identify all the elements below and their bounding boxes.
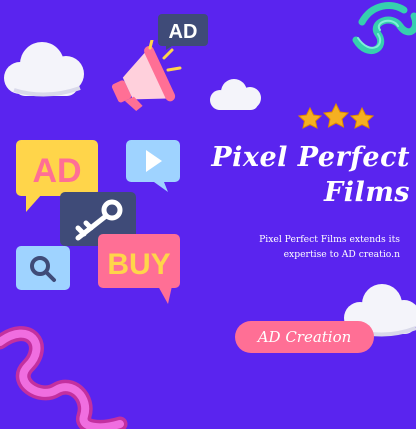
rating-stars xyxy=(297,102,375,129)
ad-creation-button[interactable]: AD Creation xyxy=(235,321,374,353)
play-bubble xyxy=(126,140,180,192)
spiral-decoration xyxy=(352,2,416,55)
cloud-icon xyxy=(210,79,261,110)
cloud-icon xyxy=(4,42,84,97)
ad-poster: AD AD BUY Pixel Perfect Films Pixel Perf… xyxy=(0,0,416,429)
star-icon xyxy=(322,102,350,128)
description-text: Pixel Perfect Films extends its expertis… xyxy=(259,234,400,260)
buy-bubble: BUY xyxy=(98,234,180,304)
star-icon xyxy=(297,106,323,129)
search-bubble xyxy=(16,246,70,290)
buy-bubble-label: BUY xyxy=(107,248,170,281)
title-line-2: Films xyxy=(324,177,410,208)
megaphone-icon xyxy=(111,40,182,112)
star-icon xyxy=(349,106,375,129)
page-title: Pixel Perfect Films xyxy=(196,140,410,210)
ad-bubble-label: AD xyxy=(32,152,81,190)
title-line-1: Pixel Perfect xyxy=(211,142,410,173)
ribbon-decoration xyxy=(0,326,128,429)
